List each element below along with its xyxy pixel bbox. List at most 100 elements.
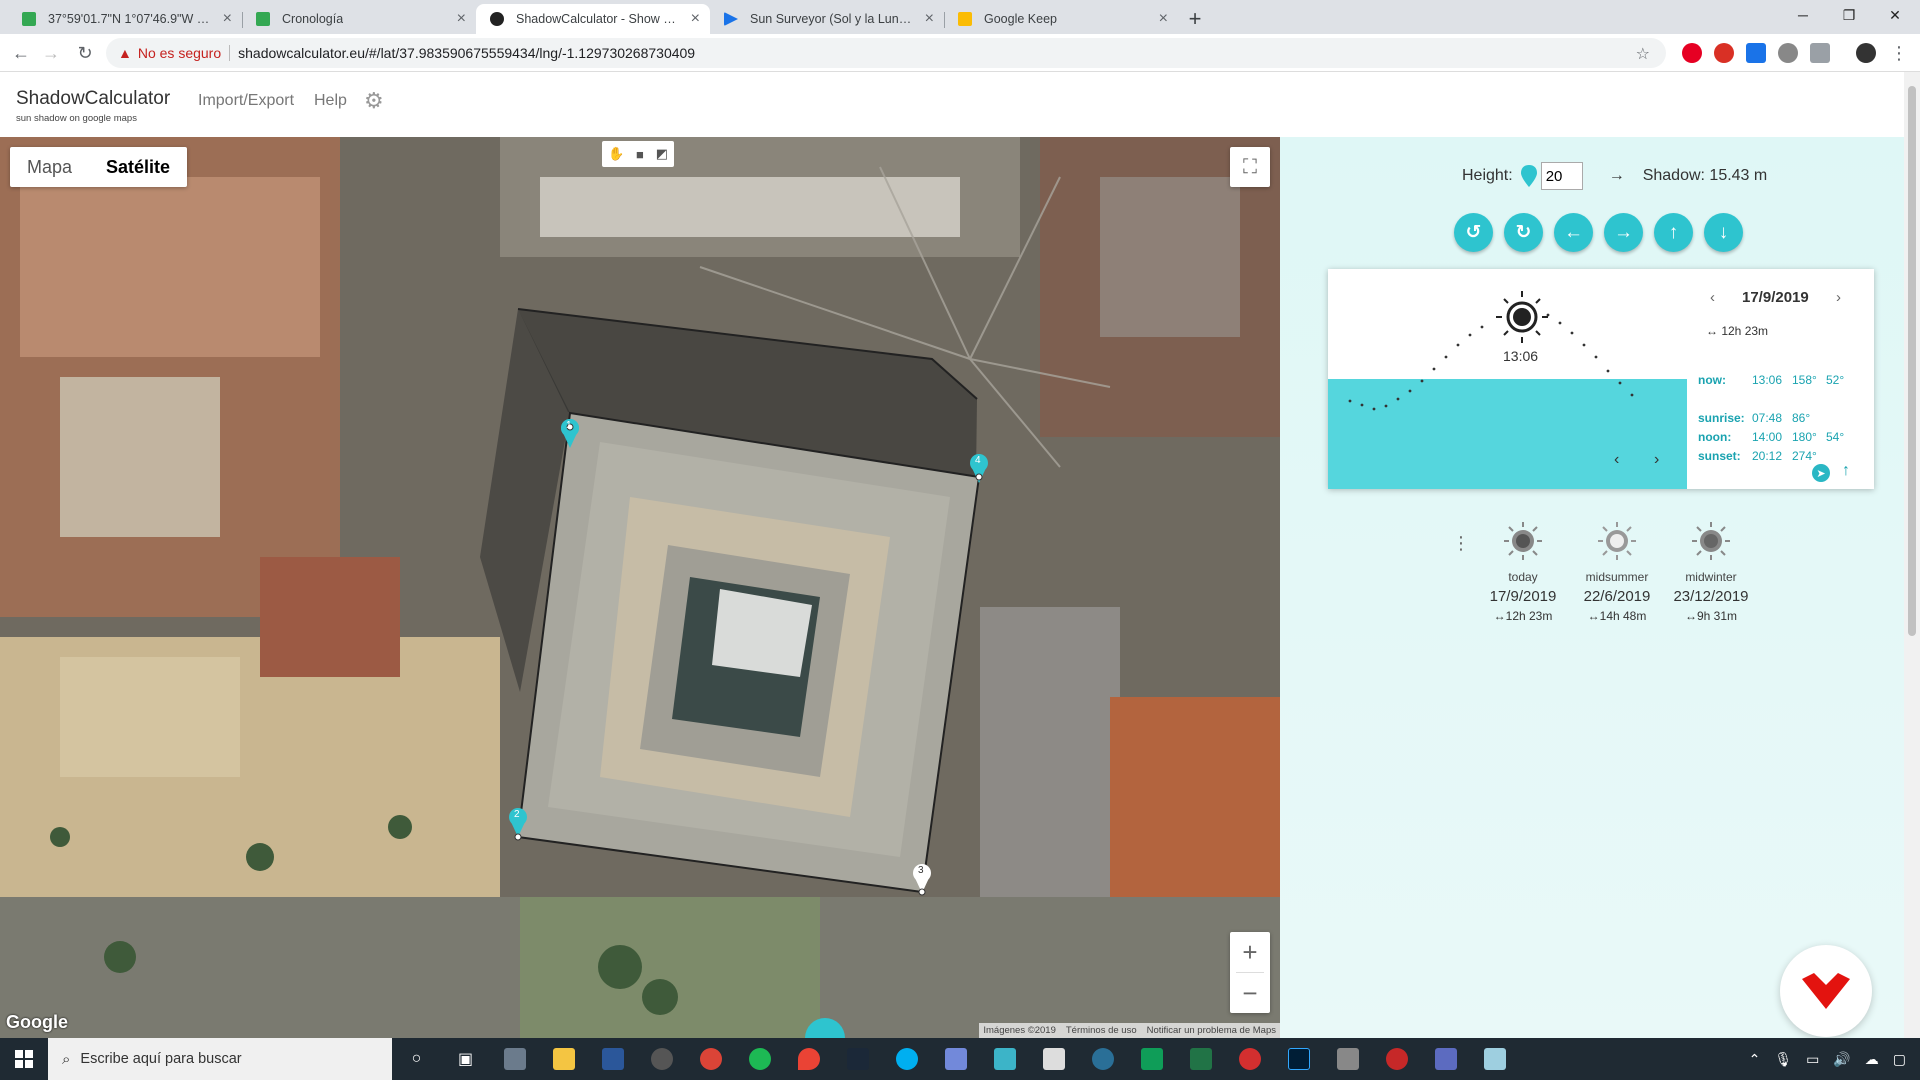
- preset-today[interactable]: today 17/9/2019 ↔12h 23m: [1476, 521, 1570, 623]
- cloud-icon[interactable]: ☁: [1865, 1051, 1879, 1068]
- windows-start-icon[interactable]: [0, 1038, 48, 1080]
- chrome-icon[interactable]: [686, 1038, 735, 1080]
- map-type-satellite-button[interactable]: Satélite: [89, 147, 187, 187]
- zoom-out-button[interactable]: −: [1230, 973, 1270, 1013]
- restore-icon[interactable]: ❐: [1826, 0, 1872, 30]
- extension-icon[interactable]: [1746, 43, 1766, 63]
- bookmark-star-icon[interactable]: ☆: [1636, 44, 1650, 64]
- profile-avatar[interactable]: [1856, 43, 1876, 63]
- maps-pin-icon[interactable]: [784, 1038, 833, 1080]
- browser-tab[interactable]: Cronología ×: [242, 4, 476, 34]
- close-window-icon[interactable]: ✕: [1872, 0, 1918, 30]
- zoom-in-button[interactable]: +: [1230, 932, 1270, 972]
- move-right-button[interactable]: →: [1604, 213, 1643, 252]
- menu-kebab-icon[interactable]: ⋮: [1886, 40, 1912, 66]
- move-down-button[interactable]: ↓: [1704, 213, 1743, 252]
- app-icon[interactable]: [637, 1038, 686, 1080]
- minimize-icon[interactable]: ─: [1780, 0, 1826, 30]
- notifications-icon[interactable]: ▢: [1893, 1051, 1906, 1068]
- steam-icon[interactable]: [833, 1038, 882, 1080]
- move-up-button[interactable]: ↑: [1654, 213, 1693, 252]
- app-icon[interactable]: [1372, 1038, 1421, 1080]
- satellite-map[interactable]: 1 2 3 4 Mapa Satélite ✋ ■ ◩ ⛶ + − Google…: [0, 137, 1280, 1038]
- next-time-icon[interactable]: ›: [1654, 451, 1659, 469]
- close-tab-icon[interactable]: ×: [925, 10, 934, 28]
- stat-noon: noon: 14:00 180° 54°: [1698, 430, 1844, 444]
- north-arrow-icon[interactable]: ↑: [1842, 462, 1850, 480]
- browser-tab[interactable]: Google Keep ×: [944, 4, 1178, 34]
- rotate-left-button[interactable]: ↺: [1454, 213, 1493, 252]
- taskbar-search[interactable]: ⌕ Escribe aquí para buscar: [48, 1038, 392, 1080]
- map-type-mapa-button[interactable]: Mapa: [10, 147, 89, 187]
- sun-icon[interactable]: [1496, 291, 1548, 343]
- app-icon[interactable]: [490, 1038, 539, 1080]
- help-link[interactable]: Help: [314, 92, 347, 110]
- move-left-button[interactable]: ←: [1554, 213, 1593, 252]
- network-icon[interactable]: ▭: [1806, 1051, 1819, 1068]
- next-day-icon[interactable]: ›: [1836, 289, 1841, 306]
- photoshop-icon[interactable]: [1274, 1038, 1323, 1080]
- word-icon[interactable]: [588, 1038, 637, 1080]
- browser-tab-active[interactable]: ShadowCalculator - Show sun sh ×: [476, 4, 710, 34]
- app-brand[interactable]: ShadowCalculator: [16, 88, 170, 110]
- app-icon[interactable]: [1225, 1038, 1274, 1080]
- control-buttons: ↺ ↻ ← → ↑ ↓: [1454, 213, 1743, 252]
- compass-icon[interactable]: ➤: [1812, 464, 1830, 482]
- hand-icon[interactable]: ✋: [608, 146, 624, 162]
- close-tab-icon[interactable]: ×: [691, 10, 700, 28]
- terms-link[interactable]: Términos de uso: [1066, 1025, 1137, 1036]
- reload-icon[interactable]: ↻: [72, 40, 98, 66]
- gear-icon[interactable]: ⚙: [364, 88, 384, 114]
- height-input[interactable]: [1540, 162, 1583, 190]
- close-tab-icon[interactable]: ×: [223, 10, 232, 28]
- chevron-up-icon[interactable]: ⌃: [1749, 1051, 1761, 1068]
- stat-time: 20:12: [1752, 449, 1783, 463]
- rotate-right-button[interactable]: ↻: [1504, 213, 1543, 252]
- excel-icon[interactable]: [1176, 1038, 1225, 1080]
- cortana-icon[interactable]: ○: [392, 1038, 441, 1080]
- url-text[interactable]: shadowcalculator.eu/#/lat/37.98359067555…: [238, 45, 695, 61]
- close-tab-icon[interactable]: ×: [1159, 10, 1168, 28]
- scrollbar-thumb[interactable]: [1908, 86, 1916, 636]
- import-export-link[interactable]: Import/Export: [198, 92, 294, 110]
- app-icon[interactable]: [980, 1038, 1029, 1080]
- microphone-icon[interactable]: 🎙: [1774, 1051, 1792, 1068]
- extension-icon[interactable]: [1810, 43, 1830, 63]
- mail-icon[interactable]: [1127, 1038, 1176, 1080]
- spotify-icon[interactable]: [735, 1038, 784, 1080]
- preset-midwinter[interactable]: midwinter 23/12/2019 ↔9h 31m: [1664, 521, 1758, 623]
- file-explorer-icon[interactable]: [539, 1038, 588, 1080]
- address-bar[interactable]: ▲ No es seguro shadowcalculator.eu/#/lat…: [106, 38, 1666, 68]
- browser-tab[interactable]: 37°59'01.7"N 1°07'46.9"W - Goo ×: [8, 4, 242, 34]
- extension-icon[interactable]: [1778, 43, 1798, 63]
- date-label[interactable]: 17/9/2019: [1742, 289, 1809, 306]
- report-problem-link[interactable]: Notificar un problema de Maps: [1147, 1025, 1276, 1036]
- page-scrollbar[interactable]: [1904, 72, 1920, 1038]
- preset-midsummer[interactable]: midsummer 22/6/2019 ↔14h 48m: [1570, 521, 1664, 623]
- discord-icon[interactable]: [931, 1038, 980, 1080]
- new-tab-button[interactable]: +: [1178, 4, 1212, 34]
- app-icon[interactable]: [1323, 1038, 1372, 1080]
- rectangle-icon[interactable]: ■: [636, 147, 644, 162]
- insecure-label[interactable]: No es seguro: [138, 45, 221, 61]
- day-length: ↔ 12h 23m: [1706, 324, 1769, 338]
- close-tab-icon[interactable]: ×: [457, 10, 466, 28]
- forward-icon[interactable]: →: [38, 40, 64, 66]
- app-icon[interactable]: [1470, 1038, 1519, 1080]
- skype-icon[interactable]: [882, 1038, 931, 1080]
- task-view-icon[interactable]: ▣: [441, 1038, 490, 1080]
- app-icon[interactable]: [1078, 1038, 1127, 1080]
- extension-icon[interactable]: [1714, 43, 1734, 63]
- prev-time-icon[interactable]: ‹: [1614, 451, 1619, 469]
- pinterest-extension-icon[interactable]: [1682, 43, 1702, 63]
- polygon-icon[interactable]: ◩: [656, 146, 668, 162]
- fullscreen-icon[interactable]: ⛶: [1230, 147, 1270, 187]
- prev-day-icon[interactable]: ‹: [1710, 289, 1715, 306]
- volume-icon[interactable]: 🔊: [1833, 1051, 1850, 1068]
- app-icon[interactable]: [1029, 1038, 1078, 1080]
- browser-tab[interactable]: Sun Surveyor (Sol y la Luna) - Ap ×: [710, 4, 944, 34]
- back-icon[interactable]: ←: [8, 40, 34, 66]
- arrow-right-icon: →: [1614, 221, 1633, 243]
- vivaldi-logo-button[interactable]: [1780, 945, 1872, 1037]
- app-icon[interactable]: [1421, 1038, 1470, 1080]
